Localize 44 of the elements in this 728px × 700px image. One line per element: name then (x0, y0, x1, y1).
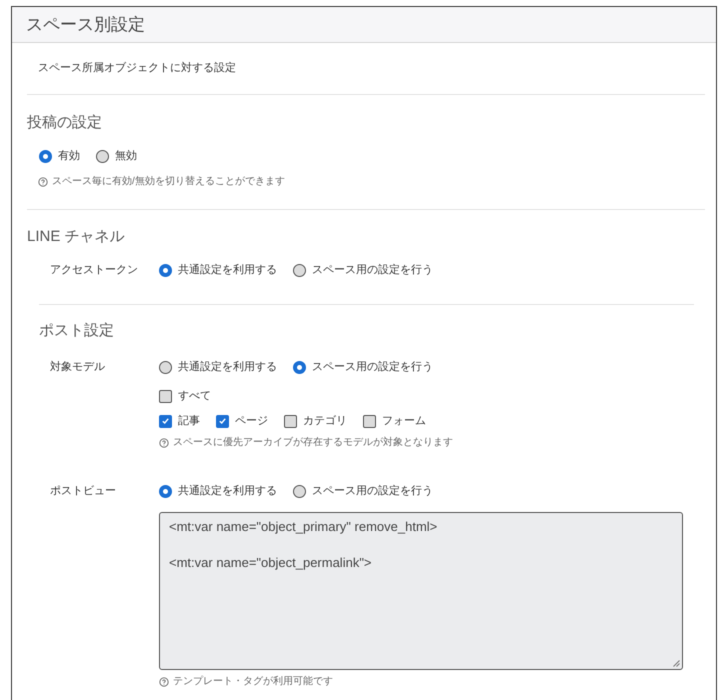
radio-label[interactable]: 共通設定を利用する (178, 262, 277, 278)
checkbox[interactable] (216, 414, 229, 428)
checkbox[interactable] (363, 414, 376, 428)
radio-label[interactable]: スペース用の設定を行う (312, 359, 433, 375)
radio-button[interactable] (293, 360, 306, 374)
template-textarea[interactable]: <mt:var name="object_primary" remove_html> <mt:var name="object_permalink"> (159, 512, 683, 670)
field-label: 対象モデル (50, 360, 105, 375)
radio-button[interactable] (159, 264, 172, 276)
panel-title: スペース別設定 (26, 14, 145, 36)
subsection-heading: ポスト設定 (39, 321, 114, 341)
radio-button[interactable] (293, 484, 306, 498)
checkbox[interactable] (284, 414, 297, 428)
check-icon (162, 418, 169, 424)
help-icon (38, 177, 48, 187)
radio-button[interactable] (159, 360, 172, 374)
radio-label[interactable]: 有効 (58, 148, 80, 164)
help-text: スペースに優先アーカイブが存在するモデルが対象となります (173, 436, 453, 450)
panel-description: スペース所属オブジェクトに対する設定 (38, 60, 236, 76)
radio-button[interactable] (96, 150, 109, 162)
checkbox-label[interactable]: すべて (178, 388, 211, 404)
help-text: スペース毎に有効/無効を切り替えることができます (52, 175, 285, 189)
help-icon (159, 438, 169, 448)
help-icon (159, 677, 169, 687)
checkbox-label[interactable]: カテゴリ (303, 413, 347, 429)
radio-label[interactable]: スペース用の設定を行う (312, 262, 433, 278)
radio-label[interactable]: 共通設定を利用する (178, 359, 277, 375)
resize-grip-icon[interactable] (673, 660, 680, 667)
checkbox-label[interactable]: フォーム (382, 413, 426, 429)
check-icon (219, 418, 226, 424)
radio-button[interactable] (159, 484, 172, 498)
checkbox[interactable] (159, 390, 172, 402)
field-label: ポストビュー (50, 484, 116, 499)
checkbox-label[interactable]: 記事 (178, 413, 200, 429)
radio-button[interactable] (293, 264, 306, 276)
radio-label[interactable]: 無効 (115, 148, 137, 164)
field-label: アクセストークン (50, 263, 138, 278)
radio-label[interactable]: スペース用の設定を行う (312, 483, 433, 499)
radio-label[interactable]: 共通設定を利用する (178, 483, 277, 499)
section-heading: LINE チャネル (27, 227, 125, 247)
section-heading: 投稿の設定 (27, 113, 102, 133)
checkbox-label[interactable]: ページ (235, 413, 268, 429)
help-text: テンプレート・タグが利用可能です (173, 675, 333, 689)
checkbox[interactable] (159, 414, 172, 428)
radio-button[interactable] (39, 150, 52, 162)
